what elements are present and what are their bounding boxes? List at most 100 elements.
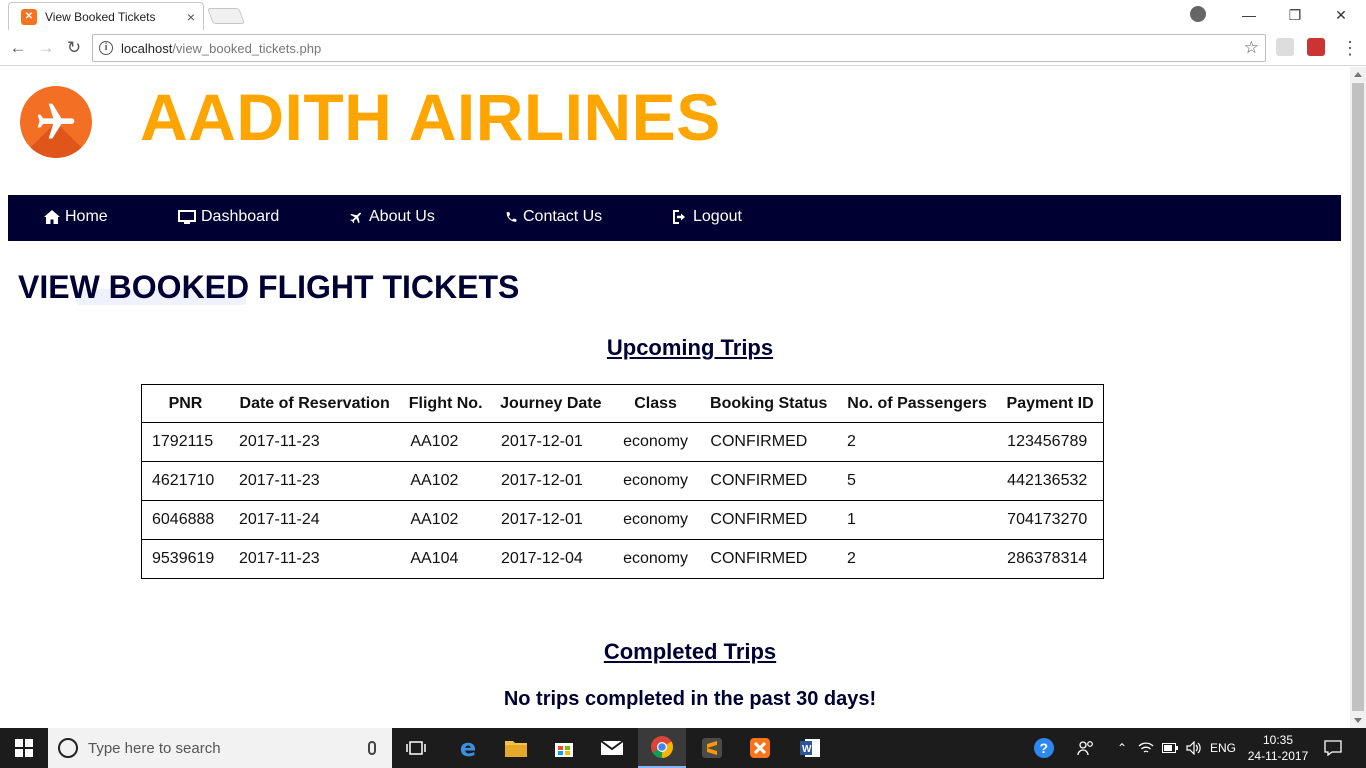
column-header: PNR xyxy=(141,384,229,423)
url-path: /view_booked_tickets.php xyxy=(172,40,322,56)
url-text[interactable]: localhost/view_booked_tickets.php xyxy=(121,41,1244,56)
journey-date-cell: 2017-12-01 xyxy=(490,500,611,540)
journey-date-cell: 2017-12-01 xyxy=(490,422,611,462)
menu-kebab-icon[interactable]: ⋮ xyxy=(1340,38,1360,58)
windows-logo-icon xyxy=(15,739,33,757)
nav-logout[interactable]: Logout xyxy=(673,208,742,226)
column-header: Payment ID xyxy=(997,384,1104,423)
flight-no-cell: AA102 xyxy=(400,422,491,462)
page-title: VIEW BOOKED FLIGHT TICKETS xyxy=(18,269,520,305)
payment-id-cell: 704173270 xyxy=(997,500,1104,540)
pnr-cell: 9539619 xyxy=(141,539,229,579)
main-navbar: Home Dashboard About Us Contact Us Logou… xyxy=(8,195,1341,241)
account-icon[interactable] xyxy=(1190,6,1206,22)
browser-tabstrip: ✕ View Booked Tickets × — ❐ ✕ xyxy=(0,0,1366,30)
taskbar-xampp[interactable] xyxy=(736,728,784,768)
browser-tab[interactable]: ✕ View Booked Tickets × xyxy=(8,2,204,30)
folder-icon xyxy=(505,741,527,757)
nav-logout-label: Logout xyxy=(693,208,742,225)
taskbar-sublime[interactable] xyxy=(688,728,736,768)
mail-envelope-icon xyxy=(600,740,624,755)
booking-status-cell: CONFIRMED xyxy=(700,461,838,501)
reservation-date-cell: 2017-11-23 xyxy=(228,461,401,501)
task-view-button[interactable] xyxy=(392,728,440,768)
wifi-icon[interactable] xyxy=(1136,728,1156,768)
microphone-icon[interactable] xyxy=(368,741,376,755)
brand-title: AADITH AIRLINES xyxy=(140,80,721,154)
word-icon: W xyxy=(800,739,820,757)
wifi-signal-icon xyxy=(1138,742,1154,753)
nav-about-us-label: About Us xyxy=(369,208,435,225)
airplane-logo-icon xyxy=(37,103,75,139)
taskbar-edge[interactable]: e xyxy=(444,728,492,768)
web-page: AADITH AIRLINES Home Dashboard About Us … xyxy=(0,67,1350,728)
class-cell: economy xyxy=(610,422,701,462)
taskbar-clock[interactable]: 10:35 24-11-2017 xyxy=(1240,732,1316,764)
nav-about-us[interactable]: About Us xyxy=(349,208,435,226)
new-tab-button[interactable] xyxy=(207,8,245,24)
monitor-icon xyxy=(178,209,196,224)
back-arrow-icon[interactable]: ← xyxy=(8,38,28,58)
taskbar-store[interactable] xyxy=(540,728,588,768)
booking-status-cell: CONFIRMED xyxy=(700,422,838,462)
volume-icon[interactable] xyxy=(1184,728,1204,768)
forward-arrow-icon[interactable]: → xyxy=(36,38,56,58)
people-tray[interactable] xyxy=(1074,728,1098,768)
show-hidden-icons-chevron-icon[interactable]: ⌃ xyxy=(1114,728,1130,768)
nav-dashboard[interactable]: Dashboard xyxy=(178,208,279,226)
passengers-cell: 5 xyxy=(837,461,998,501)
page-scrollbar[interactable] xyxy=(1350,67,1366,728)
flight-no-cell: AA102 xyxy=(400,461,491,501)
journey-date-cell: 2017-12-04 xyxy=(490,539,611,579)
svg-text:?: ? xyxy=(1040,740,1049,756)
input-language[interactable]: ENG xyxy=(1206,728,1240,768)
taskbar-file-explorer[interactable] xyxy=(492,728,540,768)
store-bag-icon xyxy=(555,743,573,757)
taskbar-search-box[interactable]: Type here to search xyxy=(48,728,392,768)
reload-icon[interactable]: ↻ xyxy=(64,38,84,58)
logout-icon xyxy=(673,210,685,224)
pnr-cell: 4621710 xyxy=(141,461,229,501)
scrollbar-thumb[interactable] xyxy=(1352,83,1364,711)
table-row: 6046888 2017-11-24 AA102 2017-12-01 econ… xyxy=(141,500,1104,540)
site-info-icon[interactable]: i xyxy=(99,41,113,55)
people-icon xyxy=(1077,741,1093,756)
phone-icon xyxy=(506,212,517,222)
nav-contact-us[interactable]: Contact Us xyxy=(505,208,602,226)
help-tray[interactable]: ? xyxy=(1030,728,1058,768)
taskbar-chrome[interactable] xyxy=(638,728,686,768)
restore-button[interactable]: ❐ xyxy=(1272,0,1318,30)
close-window-button[interactable]: ✕ xyxy=(1318,0,1364,30)
address-bar[interactable]: i localhost/view_booked_tickets.php ☆ xyxy=(92,34,1266,62)
scroll-down-arrow-icon[interactable] xyxy=(1354,718,1362,723)
scroll-up-arrow-icon[interactable] xyxy=(1354,72,1362,77)
journey-date-cell: 2017-12-01 xyxy=(490,461,611,501)
column-header: Journey Date xyxy=(490,384,611,423)
minimize-button[interactable]: — xyxy=(1226,0,1272,30)
column-header: Booking Status xyxy=(700,384,838,423)
upcoming-trips-table: PNR Date of Reservation Flight No. Journ… xyxy=(141,384,1104,579)
pnr-cell: 6046888 xyxy=(141,500,229,540)
reservation-date-cell: 2017-11-24 xyxy=(228,500,401,540)
reservation-date-cell: 2017-11-23 xyxy=(228,539,401,579)
nav-home[interactable]: Home xyxy=(44,208,108,226)
tab-title: View Booked Tickets xyxy=(45,9,156,24)
windows-taskbar: Type here to search e W ? ⌃ ENG 10:35 24… xyxy=(0,728,1366,768)
extension-icon[interactable] xyxy=(1276,38,1294,56)
taskbar-mail[interactable] xyxy=(588,728,636,768)
class-cell: economy xyxy=(610,539,701,579)
tab-close-icon[interactable]: × xyxy=(187,9,195,25)
booking-status-cell: CONFIRMED xyxy=(700,539,838,579)
xampp-icon xyxy=(750,738,770,758)
column-header: Class xyxy=(610,384,701,423)
taskbar-word[interactable]: W xyxy=(786,728,834,768)
start-button[interactable] xyxy=(0,728,48,768)
pdf-extension-icon[interactable] xyxy=(1307,38,1325,56)
bookmark-star-icon[interactable]: ☆ xyxy=(1244,38,1259,58)
plane-icon xyxy=(350,212,361,223)
battery-icon[interactable] xyxy=(1160,728,1180,768)
xampp-favicon-icon: ✕ xyxy=(21,8,37,25)
task-view-icon xyxy=(406,741,426,755)
action-center-button[interactable] xyxy=(1320,728,1346,768)
flight-no-cell: AA104 xyxy=(400,539,491,579)
